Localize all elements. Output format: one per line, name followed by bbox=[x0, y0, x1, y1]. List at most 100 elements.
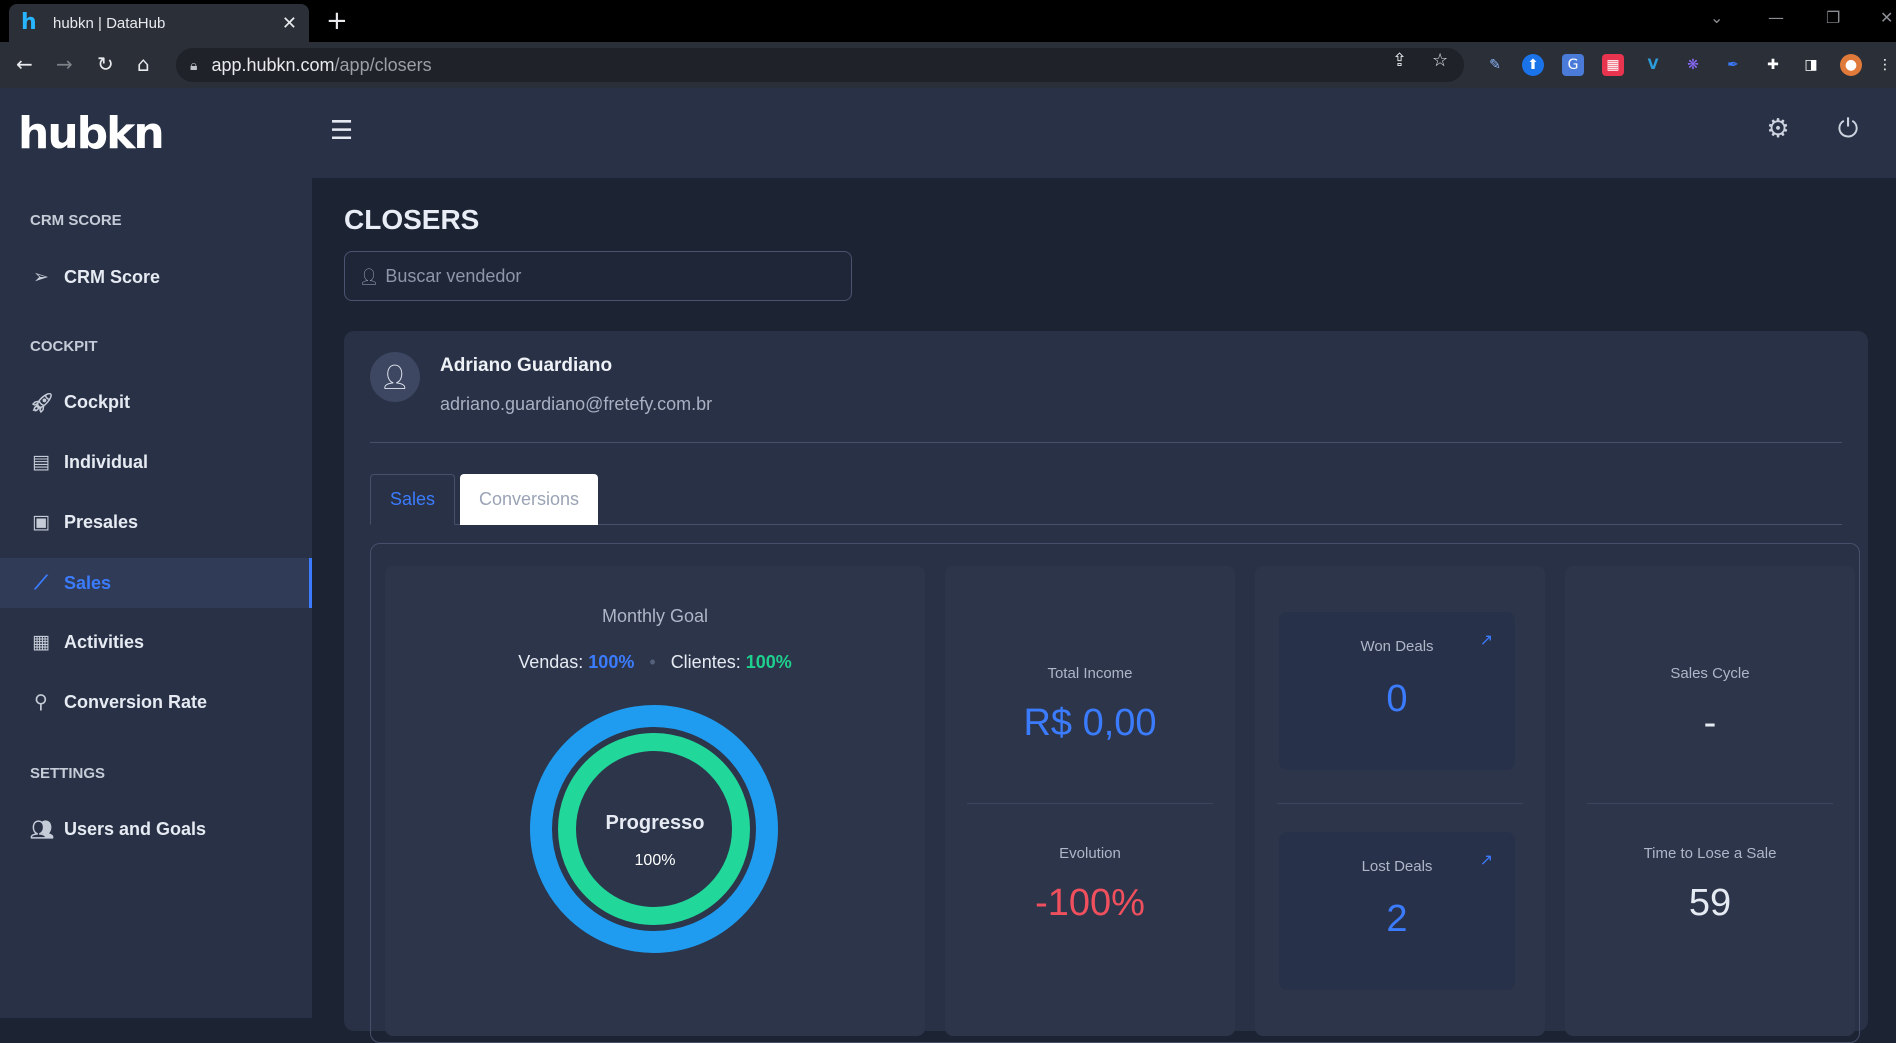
search-icon: ⚲ bbox=[34, 691, 48, 713]
extensions-puzzle-icon[interactable]: ✚ bbox=[1762, 54, 1784, 76]
divider bbox=[967, 803, 1213, 804]
url-host: app.hubkn.com bbox=[211, 54, 335, 75]
sidebar-item-activities[interactable]: ▦ Activities bbox=[0, 617, 312, 667]
app-header: hubkn ☰ ⚙ ⏻ bbox=[0, 88, 1896, 178]
profile-avatar[interactable]: ● bbox=[1840, 54, 1862, 76]
bookmark-star-icon[interactable]: ☆ bbox=[1432, 50, 1448, 71]
tab-sales[interactable]: Sales bbox=[370, 474, 455, 525]
sidebar-item-label: Cockpit bbox=[64, 391, 131, 412]
user-email: adriano.guardiano@fretefy.com.br bbox=[440, 394, 713, 414]
user-name: Adriano Guardiano bbox=[440, 355, 613, 376]
sidebar-item-label: Conversion Rate bbox=[64, 691, 208, 712]
search-input[interactable] bbox=[385, 265, 826, 287]
tab-conversions[interactable]: Conversions bbox=[460, 474, 598, 525]
evolution-label: Evolution bbox=[1059, 845, 1121, 862]
sidebar-item-crm-score[interactable]: ➢ CRM Score bbox=[0, 252, 312, 302]
tab-bar: Sales Conversions bbox=[370, 474, 1842, 525]
side-panel-icon[interactable]: ◨ bbox=[1800, 54, 1822, 76]
sidebar-item-label: Activities bbox=[64, 631, 145, 652]
sidebar-item-label: Presales bbox=[64, 511, 139, 532]
settings-gear-icon[interactable]: ⚙ bbox=[1762, 114, 1794, 146]
total-income-value: R$ 0,00 bbox=[1023, 702, 1157, 744]
won-deals-card[interactable]: ↗ Won Deals 0 bbox=[1279, 612, 1515, 770]
sidebar-item-label: CRM Score bbox=[64, 266, 161, 287]
address-bar[interactable]: 🔒︎ app.hubkn.com/app/closers bbox=[176, 48, 1464, 82]
won-deals-label: Won Deals bbox=[1360, 638, 1434, 655]
divider bbox=[370, 442, 1842, 443]
hubkn-logo[interactable]: hubkn bbox=[18, 108, 165, 159]
sidebar-item-users-and-goals[interactable]: 👥︎ Users and Goals bbox=[0, 804, 312, 854]
clientes-label: Clientes: bbox=[670, 652, 741, 672]
extension-drop-icon[interactable]: ⬆ bbox=[1522, 54, 1544, 76]
extension-feather-icon[interactable]: ✒ bbox=[1722, 54, 1744, 76]
back-icon[interactable]: ← bbox=[16, 52, 33, 76]
tab-search-icon[interactable]: ⌄ bbox=[1710, 8, 1723, 27]
url-path: /app/closers bbox=[334, 54, 432, 75]
extension-translate-icon[interactable]: G bbox=[1562, 54, 1584, 76]
restore-icon[interactable]: ❐ bbox=[1826, 8, 1840, 27]
extension-pen-icon[interactable]: ✎ bbox=[1484, 54, 1506, 76]
search-box[interactable]: 👤︎ bbox=[344, 251, 852, 301]
lost-deals-value: 2 bbox=[1386, 898, 1408, 940]
reload-icon[interactable]: ↻ bbox=[97, 52, 114, 76]
lost-deals-label: Lost Deals bbox=[1361, 858, 1433, 875]
time-to-lose-label: Time to Lose a Sale bbox=[1643, 845, 1777, 862]
divider bbox=[1277, 803, 1523, 804]
browser-tab-title: hubkn | DataHub bbox=[53, 14, 166, 32]
browser-menu-icon[interactable]: ⋮ bbox=[1878, 54, 1892, 76]
won-deals-value: 0 bbox=[1386, 678, 1408, 720]
send-icon: ➢ bbox=[33, 266, 49, 288]
close-window-icon[interactable]: ✕ bbox=[1880, 8, 1893, 27]
vendas-value: 100% bbox=[588, 652, 635, 672]
forward-icon[interactable]: → bbox=[56, 52, 73, 76]
cycle-box: Sales Cycle - Time to Lose a Sale 59 bbox=[1565, 566, 1855, 1036]
sales-cycle-value: - bbox=[1703, 702, 1717, 744]
sidebar-item-presales[interactable]: ▣ Presales bbox=[0, 497, 312, 547]
closer-card: 👤︎ Adriano Guardiano adriano.guardiano@f… bbox=[344, 331, 1868, 1043]
new-tab-icon[interactable]: + bbox=[326, 6, 348, 36]
deals-box: ↗ Won Deals 0 ↗ Lost Deals 2 bbox=[1255, 566, 1545, 1036]
browser-tab[interactable]: h hubkn | DataHub ✕ bbox=[9, 4, 309, 42]
close-tab-icon[interactable]: ✕ bbox=[282, 13, 297, 34]
hubkn-favicon-icon: h bbox=[21, 10, 37, 35]
presentation-icon: ▣ bbox=[32, 511, 50, 533]
extension-grid-icon[interactable]: ▦ bbox=[1602, 54, 1624, 76]
sidebar-item-individual[interactable]: ▤ Individual bbox=[0, 437, 312, 487]
total-income-label: Total Income bbox=[1047, 665, 1133, 682]
evolution-value: -100% bbox=[1035, 882, 1145, 924]
users-icon: 👥︎ bbox=[30, 818, 55, 841]
time-to-lose-value: 59 bbox=[1688, 882, 1732, 924]
user-search-icon: 👤︎ bbox=[359, 266, 380, 286]
sales-cycle-label: Sales Cycle bbox=[1670, 665, 1750, 682]
sidebar-item-cockpit[interactable]: 🚀︎ Cockpit bbox=[0, 377, 312, 427]
sidebar-item-label: Users and Goals bbox=[64, 818, 207, 839]
logout-icon[interactable]: ⏻ bbox=[1832, 114, 1864, 146]
sidebar: CRM SCORE ➢ CRM Score COCKPIT 🚀︎ Cockpit… bbox=[0, 178, 312, 1018]
calendar-check-icon: ▦ bbox=[32, 631, 50, 653]
browser-tab-bar: h hubkn | DataHub ✕ + ⌄ — ❐ ✕ bbox=[0, 0, 1896, 42]
extension-snowflake-icon[interactable]: ❋ bbox=[1682, 54, 1704, 76]
sidebar-item-label: Individual bbox=[64, 451, 149, 472]
sales-panel: Monthly Goal Vendas: 100% • Clientes: 10… bbox=[370, 543, 1860, 1043]
extension-vimeo-icon[interactable]: V bbox=[1642, 54, 1664, 76]
share-icon[interactable]: ⇪ bbox=[1392, 50, 1407, 71]
menu-toggle-icon[interactable]: ☰ bbox=[330, 116, 360, 146]
lock-icon: 🔒︎ bbox=[190, 56, 198, 73]
progress-ring-chart: Progresso 100% bbox=[530, 705, 778, 953]
minimize-icon[interactable]: — bbox=[1768, 8, 1784, 27]
sidebar-section-title: SETTINGS bbox=[30, 765, 106, 782]
lost-deals-card[interactable]: ↗ Lost Deals 2 bbox=[1279, 832, 1515, 990]
sidebar-section-title: CRM SCORE bbox=[30, 212, 122, 229]
sidebar-item-sales[interactable]: ⟋ Sales bbox=[0, 558, 312, 608]
income-box: Total Income R$ 0,00 Evolution -100% bbox=[945, 566, 1235, 1036]
monthly-goal-title: Monthly Goal bbox=[601, 606, 709, 626]
sidebar-item-conversion-rate[interactable]: ⚲ Conversion Rate bbox=[0, 677, 312, 727]
monthly-goal-box: Monthly Goal Vendas: 100% • Clientes: 10… bbox=[385, 566, 925, 1036]
ring-value: 100% bbox=[635, 852, 676, 869]
home-icon[interactable]: ⌂ bbox=[137, 52, 150, 76]
clientes-value: 100% bbox=[745, 652, 792, 672]
report-icon: ▤ bbox=[32, 451, 50, 473]
ring-label: Progresso bbox=[606, 812, 705, 834]
avatar-user-icon: 👤︎ bbox=[370, 352, 420, 402]
page-title: CLOSERS bbox=[344, 204, 480, 235]
